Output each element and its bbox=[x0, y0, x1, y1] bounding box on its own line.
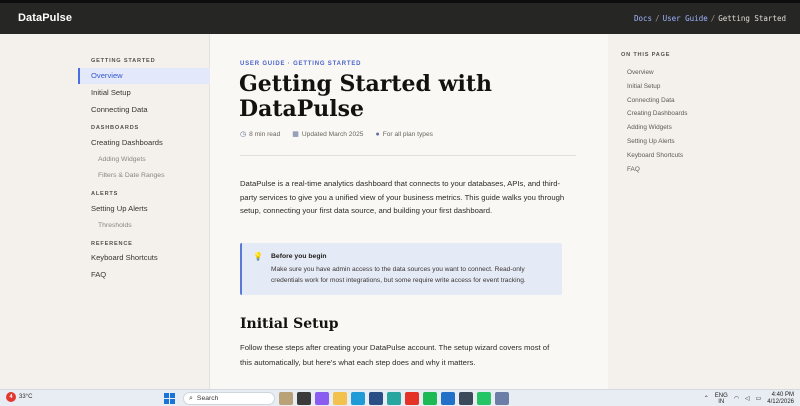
sidebar-item-initial-setup[interactable]: Initial Setup bbox=[78, 85, 210, 101]
user-icon: ● bbox=[375, 130, 380, 138]
toc-title: ON THIS PAGE bbox=[621, 52, 671, 58]
battery-icon[interactable]: ▭ bbox=[756, 395, 762, 402]
article-content: USER GUIDE · GETTING STARTED Getting Sta… bbox=[210, 34, 608, 389]
sidebar-section-dashboards: DASHBOARDS bbox=[91, 125, 140, 131]
sidebar-section-alerts: ALERTS bbox=[91, 191, 119, 197]
page-title: Getting Started with DataPulse bbox=[239, 71, 493, 122]
intro-paragraph: DataPulse is a real-time analytics dashb… bbox=[240, 179, 565, 216]
os-taskbar: 4 33°C ⌕ Search ⌃ ENG IN ◠ ◁ ▭ 4:40 PM 4… bbox=[0, 389, 800, 406]
file-explorer-icon[interactable] bbox=[333, 392, 347, 405]
sidebar-section-reference: REFERENCE bbox=[91, 241, 133, 247]
toc-item-adding-widgets[interactable]: Adding Widgets bbox=[627, 124, 672, 131]
toc-item-keyboard-shortcuts[interactable]: Keyboard Shortcuts bbox=[627, 152, 683, 159]
breadcrumb-current: Getting Started bbox=[718, 14, 786, 23]
lightbulb-icon: 💡 bbox=[253, 252, 263, 261]
sidebar-item-connecting-data[interactable]: Connecting Data bbox=[78, 102, 210, 118]
task-view-icon[interactable] bbox=[297, 392, 311, 405]
language-line-2: IN bbox=[718, 398, 725, 405]
taskbar-search[interactable]: ⌕ Search bbox=[183, 392, 275, 405]
callout-title: Before you begin bbox=[271, 253, 327, 260]
toc-item-creating-dashboards[interactable]: Creating Dashboards bbox=[627, 110, 687, 117]
sidebar-item-setting-up-alerts[interactable]: Setting Up Alerts bbox=[78, 201, 210, 217]
sidebar-subitem-adding-widgets[interactable]: Adding Widgets bbox=[98, 156, 146, 163]
sidebar-item-keyboard-shortcuts[interactable]: Keyboard Shortcuts bbox=[78, 250, 210, 266]
widgets-icon[interactable] bbox=[279, 392, 293, 405]
toc-item-connecting-data[interactable]: Connecting Data bbox=[627, 97, 675, 104]
calendar-icon: ▦ bbox=[292, 131, 299, 138]
search-icon: ⌕ bbox=[189, 394, 193, 402]
callout-body: Make sure you have admin access to the d… bbox=[271, 266, 526, 284]
section-heading-initial-setup: Initial Setup bbox=[240, 316, 339, 332]
plan-types: For all plan types bbox=[382, 130, 433, 138]
sidebar-item-faq[interactable]: FAQ bbox=[78, 267, 210, 283]
chevron-up-icon[interactable]: ⌃ bbox=[704, 395, 709, 402]
sidebar-section-getting-started: GETTING STARTED bbox=[91, 58, 156, 64]
toc-item-faq[interactable]: FAQ bbox=[627, 166, 640, 173]
clock-icon: ◷ bbox=[240, 131, 247, 138]
volume-icon[interactable]: ◁ bbox=[745, 395, 750, 402]
article-meta: ◷ 8 min read ▦ Updated March 2025 ● For all… bbox=[240, 130, 433, 139]
sidebar-nav: GETTING STARTED Overview Initial Setup C… bbox=[0, 34, 210, 389]
breadcrumb: Docs / User Guide / Getting Started bbox=[634, 14, 786, 23]
top-bar: DataPulse Docs / User Guide / Getting Starte… bbox=[0, 0, 800, 34]
weather-temp: 33°C bbox=[19, 394, 33, 400]
whatsapp-icon[interactable] bbox=[477, 392, 491, 405]
read-time: 8 min read bbox=[249, 130, 281, 138]
toc-item-setting-up-alerts[interactable]: Setting Up Alerts bbox=[627, 138, 675, 145]
initial-setup-paragraph: Follow these steps after creating your D… bbox=[240, 343, 550, 367]
clock[interactable]: 4:40 PM 4/12/2026 bbox=[767, 392, 794, 405]
breadcrumb-user-guide[interactable]: User Guide bbox=[663, 14, 708, 23]
youtube-icon[interactable] bbox=[405, 392, 419, 405]
sidebar-subitem-thresholds[interactable]: Thresholds bbox=[98, 222, 132, 229]
teams-icon[interactable] bbox=[387, 392, 401, 405]
clock-date: 4/12/2026 bbox=[767, 398, 794, 405]
store-icon[interactable] bbox=[369, 392, 383, 405]
app-logo[interactable]: DataPulse bbox=[18, 12, 72, 24]
clock-time: 4:40 PM bbox=[771, 392, 794, 398]
edge-icon[interactable] bbox=[351, 392, 365, 405]
copilot-icon[interactable] bbox=[315, 392, 329, 405]
sidebar-item-overview[interactable]: Overview bbox=[78, 68, 210, 84]
notepad-icon[interactable] bbox=[495, 392, 509, 405]
system-tray: ⌃ ENG IN ◠ ◁ ▭ 4:40 PM 4/12/2026 bbox=[704, 392, 794, 405]
breadcrumb-docs[interactable]: Docs bbox=[634, 14, 652, 23]
divider bbox=[240, 155, 576, 156]
vscode-icon[interactable] bbox=[441, 392, 455, 405]
taskbar-apps: ⌕ Search bbox=[164, 391, 509, 406]
breadcrumb-separator: / bbox=[655, 14, 660, 23]
before-you-begin-callout: 💡 Before you begin Make sure you have ad… bbox=[240, 243, 562, 295]
sidebar-item-creating-dashboards[interactable]: Creating Dashboards bbox=[78, 135, 210, 151]
toc-item-overview[interactable]: Overview bbox=[627, 69, 654, 76]
breadcrumb-separator: / bbox=[710, 14, 716, 23]
wifi-icon[interactable]: ◠ bbox=[734, 395, 739, 402]
updated-date: Updated March 2025 bbox=[301, 130, 364, 138]
sidebar-subitem-filters-date-ranges[interactable]: Filters & Date Ranges bbox=[98, 172, 165, 179]
article-eyebrow: USER GUIDE · GETTING STARTED bbox=[240, 61, 362, 67]
toc-item-initial-setup[interactable]: Initial Setup bbox=[627, 83, 660, 90]
terminal-icon[interactable] bbox=[459, 392, 473, 405]
windows-start-icon[interactable] bbox=[164, 393, 175, 404]
search-placeholder: Search bbox=[196, 395, 219, 402]
weather-badge: 4 bbox=[6, 392, 16, 402]
weather-widget[interactable]: 4 33°C bbox=[6, 392, 32, 402]
language-indicator[interactable]: ENG IN bbox=[715, 393, 728, 405]
table-of-contents: ON THIS PAGE Overview Initial Setup Conn… bbox=[608, 34, 800, 389]
spotify-icon[interactable] bbox=[423, 392, 437, 405]
